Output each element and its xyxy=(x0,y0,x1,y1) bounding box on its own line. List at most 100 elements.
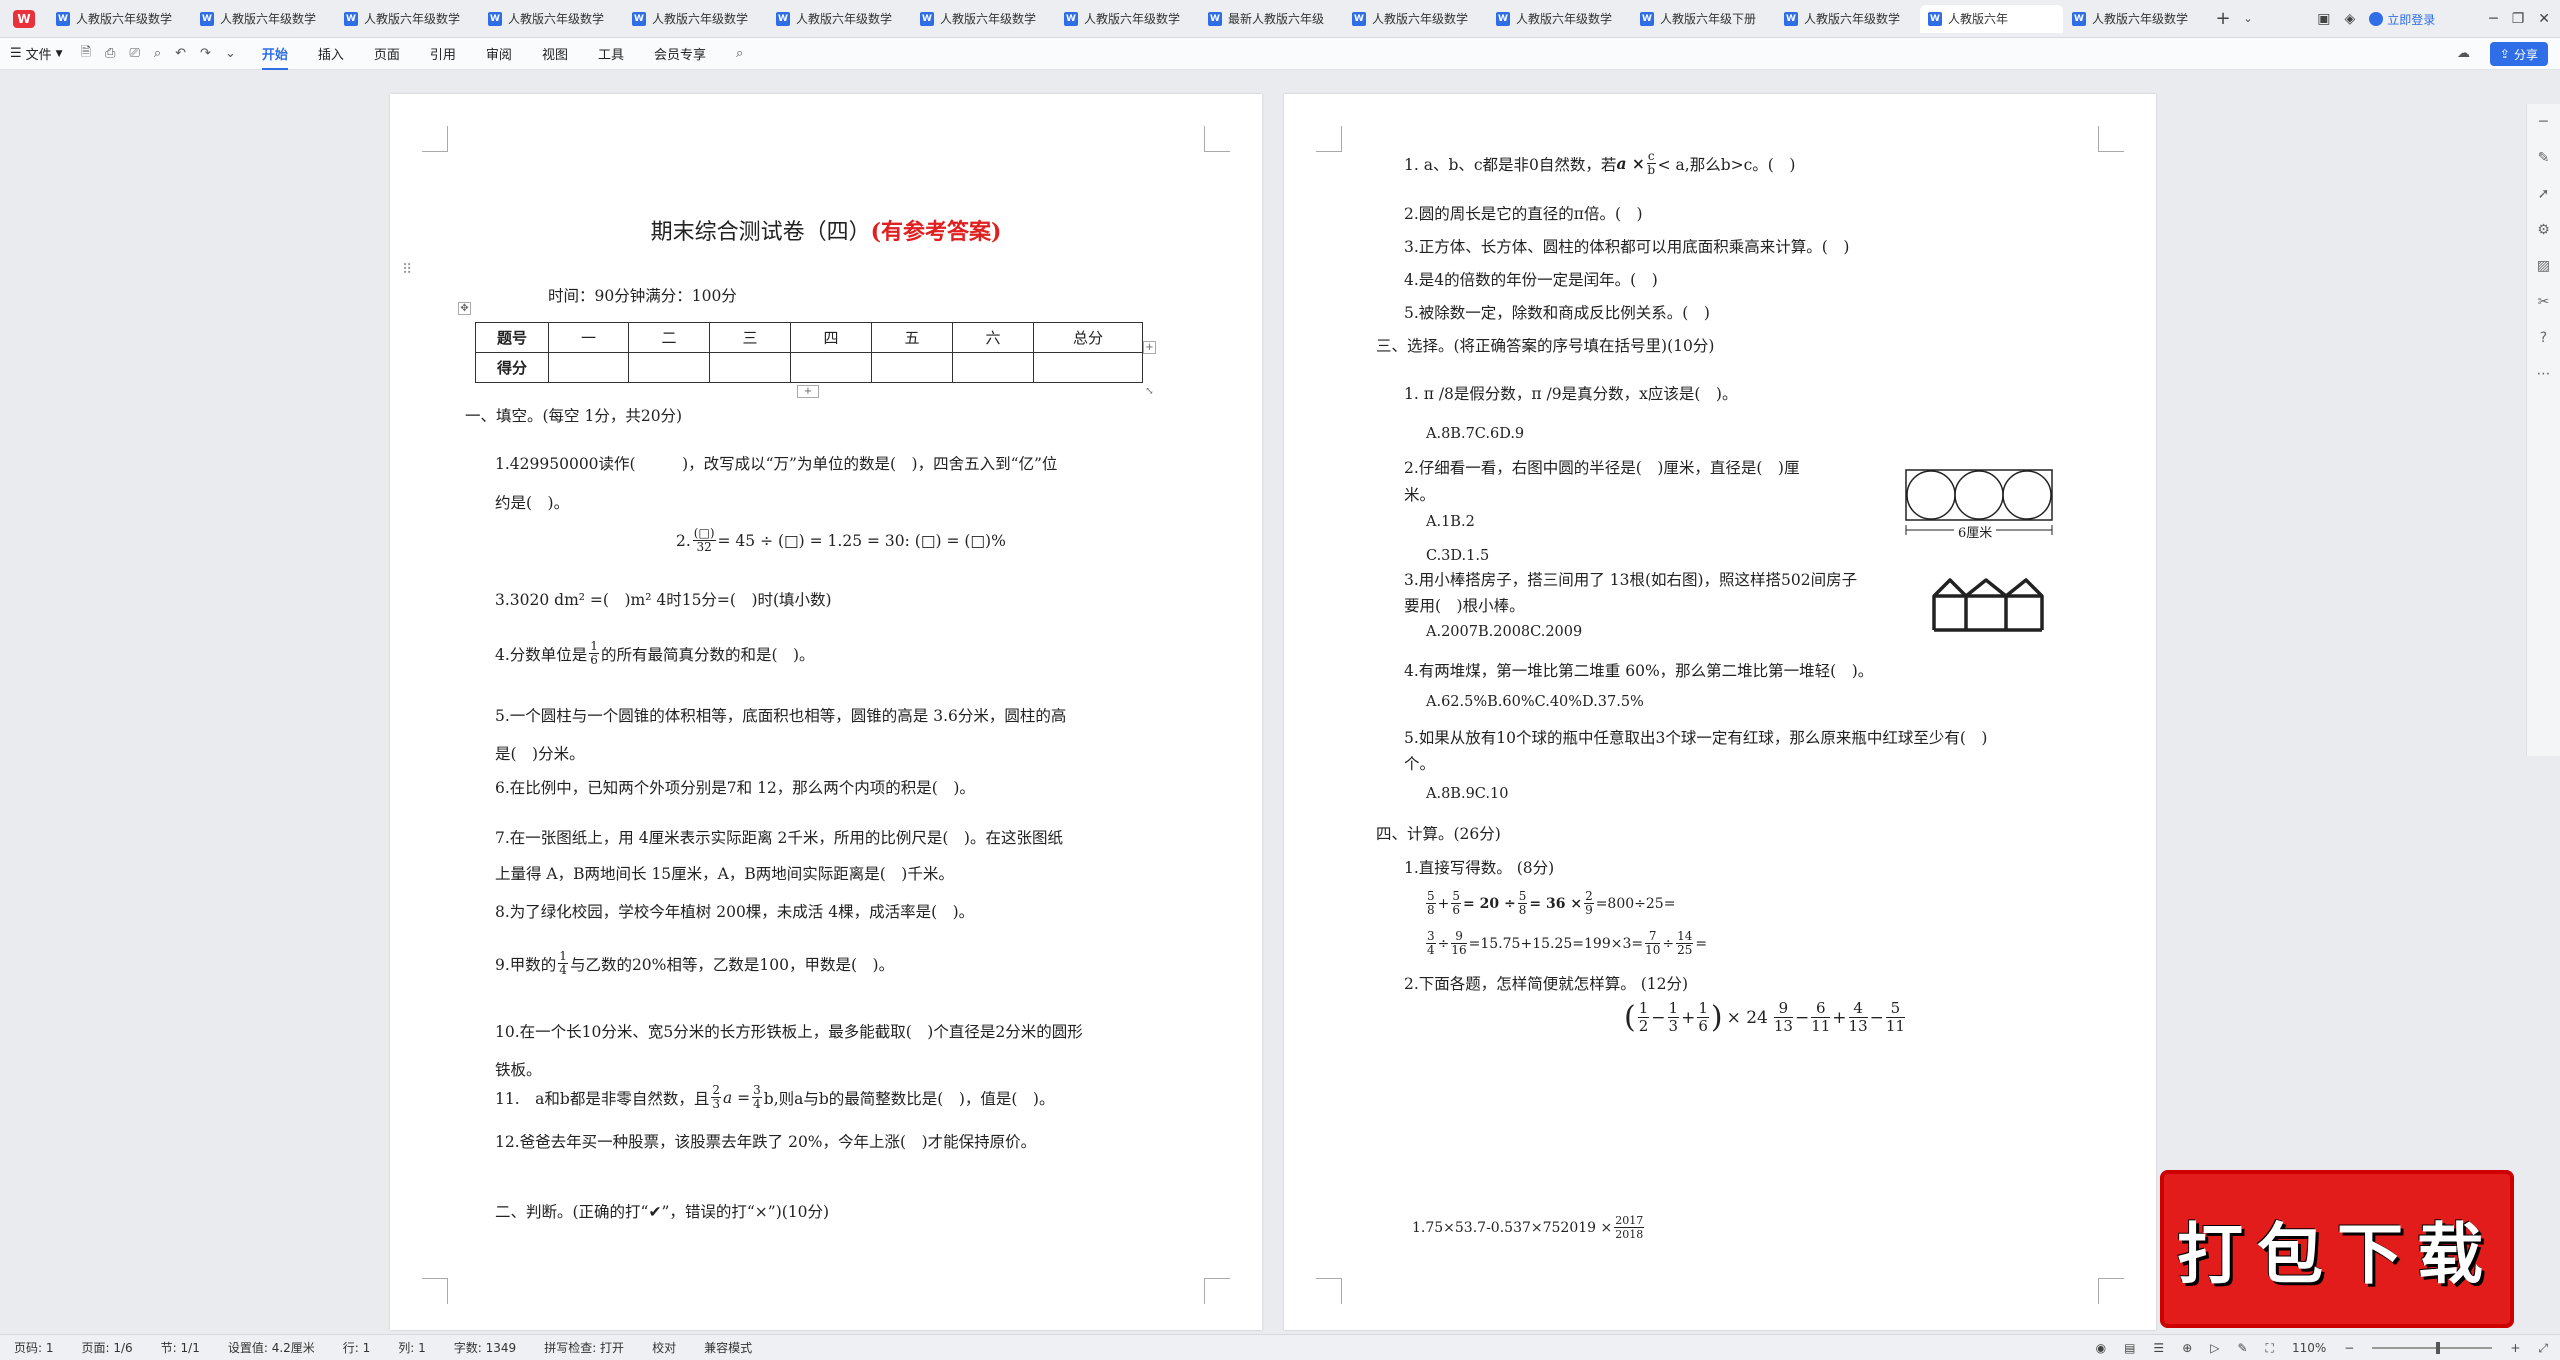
help-icon[interactable]: ? xyxy=(2540,330,2547,346)
tab-label: 人教版六年级数学 xyxy=(1516,12,1613,26)
new-tab-button[interactable]: + xyxy=(2208,8,2238,29)
zoom-thumb[interactable] xyxy=(2436,1342,2441,1354)
wps-logo[interactable]: W xyxy=(0,0,48,38)
tab-8[interactable]: W 最新人教版六年级 xyxy=(1200,5,1343,33)
export-pdf-icon[interactable]: ⎙ xyxy=(105,46,115,61)
choice-3: 3.用小棒搭房子，搭三间用了 13根(如右图)，照这样搭502间房子 xyxy=(1404,571,1858,589)
zoom-out-icon[interactable]: − xyxy=(2344,1341,2354,1355)
q11-denominator-1: 3 xyxy=(712,1097,720,1111)
tab-label: 人教版六年级数学 xyxy=(508,12,605,26)
menu-item-3[interactable]: 引用 xyxy=(430,44,456,63)
tab-5[interactable]: W 人教版六年级数学 xyxy=(768,5,911,33)
zoom-in-icon[interactable]: + xyxy=(2510,1341,2520,1355)
q11-text-b: b,则a与b的最简整数比是( )，值是( )。 xyxy=(763,1089,1055,1108)
table-score-cell[interactable] xyxy=(1033,352,1143,383)
table-header-cell: 一 xyxy=(548,322,629,353)
tab-4[interactable]: W 人教版六年级数学 xyxy=(624,5,767,33)
menu-item-4[interactable]: 审阅 xyxy=(486,44,512,63)
tab-3[interactable]: W 人教版六年级数学 xyxy=(480,5,623,33)
status-words[interactable]: 字数: 1349 xyxy=(454,1339,516,1356)
word-doc-icon: W xyxy=(632,11,646,26)
redo-icon[interactable]: ↷ xyxy=(200,46,211,61)
menu-item-7[interactable]: 会员专享 xyxy=(654,44,706,63)
table-add-column-icon[interactable]: + xyxy=(1143,341,1156,354)
layout-view-icon[interactable]: ☰ xyxy=(2153,1341,2164,1355)
table-resize-icon[interactable]: ⤡ xyxy=(1143,385,1156,398)
search-icon[interactable]: ⌕ xyxy=(736,46,743,61)
document-page-1[interactable]: ⠿ 期末综合测试卷（四）(有参考答案) 时间：90分钟满分：100分 ✥ 题号一… xyxy=(390,94,1262,1330)
eye-icon[interactable]: ◉ xyxy=(2096,1341,2106,1355)
table-score-cell[interactable] xyxy=(790,352,872,383)
divide-sign: ÷ xyxy=(1437,935,1450,952)
fullscreen-icon[interactable]: ⤢ xyxy=(2538,1341,2548,1356)
image-icon[interactable]: ▨ xyxy=(2537,258,2550,274)
tab-7[interactable]: W 人教版六年级数学 xyxy=(1056,5,1199,33)
write-mode-icon[interactable]: ✎ xyxy=(2237,1341,2247,1355)
tab-bar: W W 人教版六年级数学 W 人教版六年级数学 W 人教版六年级数学 W 人教版六年级数学 W 人… xyxy=(0,0,2560,38)
undo-icon[interactable]: ↶ xyxy=(175,46,186,61)
login-button[interactable]: 立即登录 xyxy=(2369,11,2435,28)
tab-1[interactable]: W 人教版六年级数学 xyxy=(192,5,335,33)
table-score-cell[interactable] xyxy=(628,352,710,383)
tab-10[interactable]: W 人教版六年级数学 xyxy=(1488,5,1631,33)
tools-icon[interactable]: ✂ xyxy=(2538,294,2550,310)
page-view-icon[interactable]: ▤ xyxy=(2124,1341,2135,1355)
share-button[interactable]: ⇪ 分享 xyxy=(2489,42,2548,66)
print-icon[interactable]: ⎚ xyxy=(129,46,139,61)
tab-6[interactable]: W 人教版六年级数学 xyxy=(912,5,1055,33)
zoom-level[interactable]: 110% xyxy=(2292,1341,2326,1355)
status-section: 节: 1/1 xyxy=(160,1341,200,1355)
tab-0[interactable]: W 人教版六年级数学 xyxy=(48,5,191,33)
status-spellcheck[interactable]: 拼写检查: 打开 xyxy=(544,1339,624,1356)
zoom-slider[interactable] xyxy=(2372,1342,2493,1354)
menu-item-1[interactable]: 插入 xyxy=(318,44,344,63)
pen-icon[interactable]: ✎ xyxy=(2538,150,2550,166)
calc-3-denominator: 2018 xyxy=(1615,1228,1644,1241)
tab-12[interactable]: W 人教版六年级数学 xyxy=(1776,5,1919,33)
table-score-cell[interactable] xyxy=(952,352,1034,383)
fit-icon[interactable]: ⛶ xyxy=(2266,1341,2274,1356)
layout-icon[interactable]: ▣ xyxy=(2317,11,2330,27)
table-header-cell: 五 xyxy=(871,322,953,353)
tab-9[interactable]: W 人教版六年级数学 xyxy=(1344,5,1487,33)
tab-14[interactable]: W 人教版六年级数学 xyxy=(2064,5,2207,33)
tab-13[interactable]: W 人教版六年 xyxy=(1920,4,2063,33)
cloud-icon[interactable]: ☁ xyxy=(2457,46,2470,61)
status-proofread[interactable]: 校对 xyxy=(652,1339,676,1356)
read-mode-icon[interactable]: ▷ xyxy=(2210,1341,2219,1355)
more-chevron-icon[interactable]: ⌄ xyxy=(225,46,236,61)
tab-11[interactable]: W 人教版六年级下册 xyxy=(1632,5,1775,33)
table-score-cell[interactable] xyxy=(871,352,953,383)
q4-fraction: 16 xyxy=(589,640,599,667)
collapse-icon[interactable]: ─ xyxy=(2539,114,2547,130)
close-icon[interactable]: ✕ xyxy=(2538,11,2550,27)
tab-list-chevron-icon[interactable]: ⌄ xyxy=(2238,12,2258,25)
minimize-icon[interactable]: ─ xyxy=(2489,11,2497,27)
q4-numerator: 1 xyxy=(589,639,599,654)
menu-item-2[interactable]: 页面 xyxy=(374,44,400,63)
cube-icon[interactable]: ◈ xyxy=(2344,11,2355,27)
cursor-icon[interactable]: ➚ xyxy=(2538,186,2550,202)
document-page-2[interactable]: 1. a、b、c都是非0自然数，若 a × cb < a,那么b>c。( ) 2… xyxy=(1284,94,2156,1330)
table-score-cell[interactable] xyxy=(709,352,791,383)
table-score-cell[interactable] xyxy=(548,352,629,383)
download-badge[interactable]: 打包下载 xyxy=(2160,1170,2514,1328)
restore-icon[interactable]: ❐ xyxy=(2512,11,2525,27)
status-pages[interactable]: 页面: 1/6 xyxy=(82,1339,133,1356)
print-preview-icon[interactable]: ⌕ xyxy=(154,46,161,61)
tab-label: 人教版六年级数学 xyxy=(652,12,749,26)
more-icon[interactable]: ⋯ xyxy=(2537,366,2551,382)
table-move-handle-icon[interactable]: ✥ xyxy=(458,302,471,315)
menu-item-6[interactable]: 工具 xyxy=(598,44,624,63)
web-view-icon[interactable]: ⊕ xyxy=(2182,1341,2192,1355)
drag-handle-icon[interactable]: ⠿ xyxy=(402,262,412,278)
share-label: 分享 xyxy=(2513,47,2538,62)
file-menu[interactable]: ☰ 文件 ▼ xyxy=(10,44,63,63)
save-icon[interactable]: 🗎 xyxy=(81,43,91,65)
table-add-row-icon[interactable]: + xyxy=(797,385,819,398)
menu-item-5[interactable]: 视图 xyxy=(542,44,568,63)
menu-item-0[interactable]: 开始 xyxy=(261,44,288,70)
tab-2[interactable]: W 人教版六年级数学 xyxy=(336,5,479,33)
exam-time: 时间：90分钟满分：100分 xyxy=(548,287,737,305)
adjust-icon[interactable]: ⚙ xyxy=(2537,222,2550,238)
